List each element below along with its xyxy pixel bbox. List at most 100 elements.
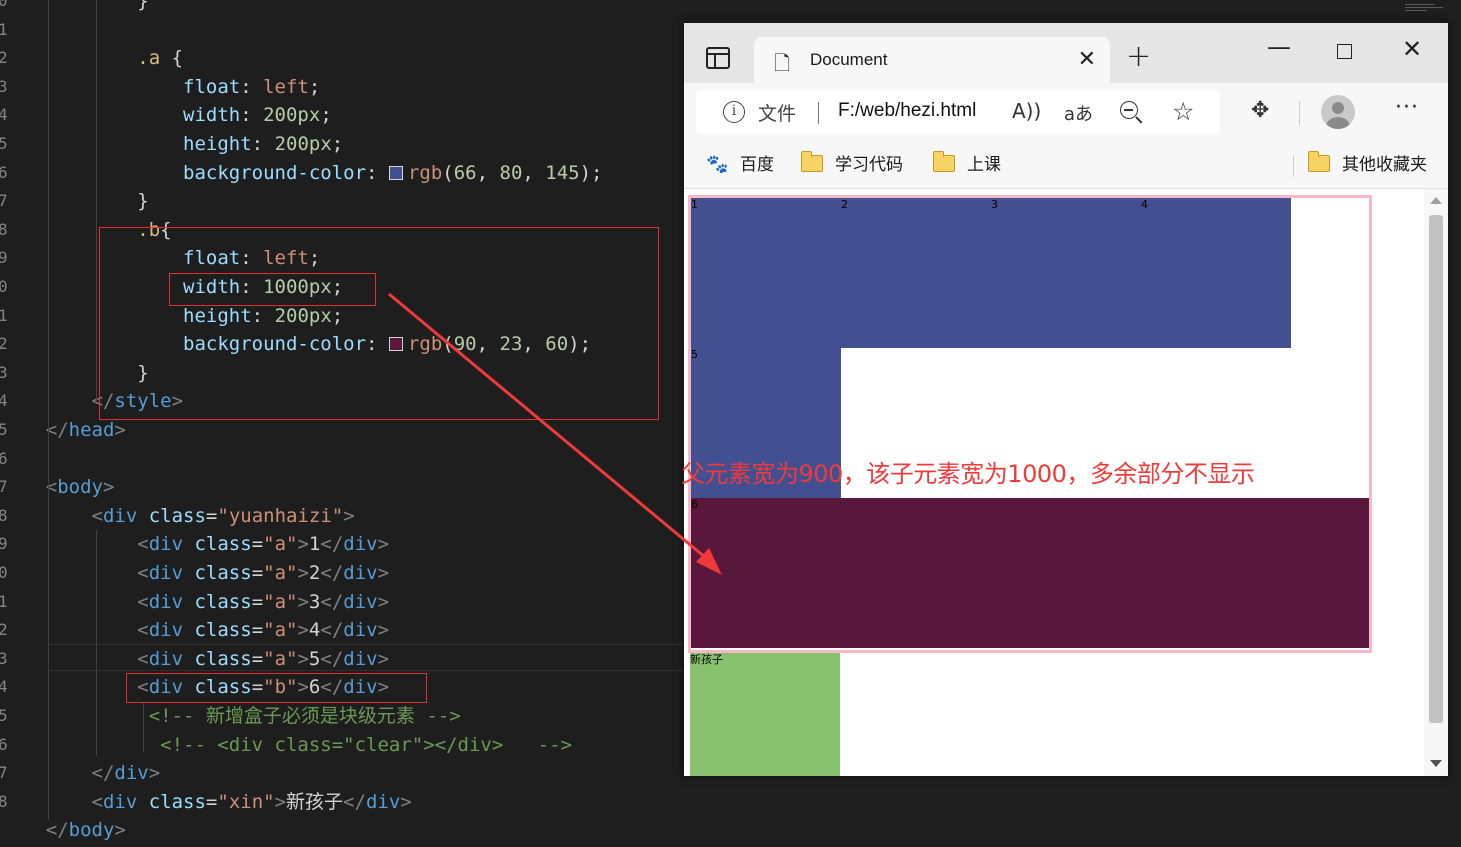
favorite-baidu[interactable]: 🐾 百度 bbox=[706, 151, 774, 179]
code-token: < bbox=[0, 590, 149, 613]
baidu-paw-icon: 🐾 bbox=[706, 154, 729, 175]
code-token: < bbox=[0, 562, 149, 584]
code-line[interactable]: <body> bbox=[0, 473, 115, 502]
code-line[interactable]: .a { bbox=[0, 44, 183, 73]
minimize-icon[interactable]: — bbox=[1267, 33, 1291, 61]
avatar[interactable] bbox=[1321, 95, 1355, 129]
address-bar[interactable]: i 文件 F:/web/hezi.html A)) aあ ☆ bbox=[696, 90, 1220, 134]
code-line[interactable]: <div class="a">2</div> bbox=[0, 559, 389, 588]
url-text[interactable]: F:/web/hezi.html bbox=[838, 100, 976, 122]
code-token: "xin" bbox=[217, 790, 275, 813]
scroll-down-arrow-icon[interactable] bbox=[1430, 760, 1442, 767]
color-swatch[interactable] bbox=[388, 165, 403, 180]
code-token: ; bbox=[331, 133, 344, 155]
code-token: div bbox=[148, 562, 184, 584]
close-icon[interactable]: ✕ bbox=[1078, 47, 1096, 72]
vertical-scrollbar[interactable] bbox=[1424, 189, 1448, 776]
code-token: 80 bbox=[499, 161, 523, 184]
code-token: class bbox=[183, 533, 252, 556]
code-line[interactable]: </div> bbox=[0, 759, 161, 788]
code-token: div bbox=[102, 504, 138, 527]
box-b-6: 6 bbox=[691, 498, 1369, 648]
code-token: </ bbox=[0, 419, 69, 441]
code-token: > bbox=[377, 647, 390, 670]
code-line[interactable]: <div class="a">1</div> bbox=[0, 530, 389, 559]
favorite-folder-study[interactable]: 学习代码 bbox=[800, 151, 903, 179]
scroll-up-arrow-icon[interactable] bbox=[1430, 197, 1442, 204]
code-token: < bbox=[0, 533, 149, 556]
code-token: } bbox=[0, 0, 149, 12]
info-icon[interactable]: i bbox=[723, 101, 745, 123]
code-token: div bbox=[102, 790, 138, 813]
document-icon: 🗋 bbox=[774, 51, 791, 75]
code-line[interactable]: } bbox=[0, 187, 148, 216]
code-token: > bbox=[377, 619, 390, 642]
code-token: class bbox=[183, 619, 252, 642]
tab-document[interactable]: 🗋 Document ✕ bbox=[754, 37, 1110, 83]
minimap[interactable] bbox=[1405, 4, 1445, 22]
code-token: </ bbox=[320, 647, 344, 670]
box-a-1: 1 bbox=[691, 198, 841, 348]
folder-icon bbox=[932, 151, 955, 172]
favorite-folder-class[interactable]: 上课 bbox=[932, 151, 1001, 179]
code-token: = bbox=[251, 533, 264, 556]
extensions-icon[interactable]: ✥ bbox=[1251, 98, 1269, 123]
code-token: div bbox=[343, 590, 378, 613]
code-token: </ bbox=[320, 533, 344, 556]
code-line[interactable]: <!-- 新增盒子必须是块级元素 --> bbox=[0, 702, 461, 731]
code-line[interactable]: <div class="a">5</div> bbox=[0, 645, 389, 674]
window-close-icon[interactable]: ✕ bbox=[1402, 35, 1422, 63]
code-line[interactable]: </body> bbox=[0, 816, 126, 845]
code-token: > bbox=[343, 504, 355, 527]
translate-icon[interactable]: aあ bbox=[1064, 100, 1093, 126]
more-icon[interactable]: ··· bbox=[1395, 95, 1419, 120]
code-token: </ bbox=[0, 390, 115, 413]
code-line[interactable]: <div class="xin">新孩子</div> bbox=[0, 788, 412, 817]
code-token: = bbox=[251, 590, 264, 613]
parent-box-yuanhaizi: 1 2 3 4 5 6 bbox=[688, 195, 1372, 653]
code-line[interactable]: background-color: rgb(66, 80, 145); bbox=[0, 159, 603, 188]
read-aloud-icon[interactable]: A)) bbox=[1012, 99, 1041, 123]
code-line[interactable]: <!-- <div class="clear"></div> --> bbox=[0, 731, 572, 760]
zoom-out-icon[interactable] bbox=[1120, 101, 1138, 119]
code-token: , bbox=[522, 161, 546, 184]
tab-actions-icon[interactable] bbox=[706, 47, 730, 69]
code-token: .a bbox=[0, 47, 172, 70]
code-line[interactable]: <div class="a">4</div> bbox=[0, 616, 389, 645]
code-token: 200px bbox=[263, 104, 321, 127]
code-line[interactable]: <div class="a">3</div> bbox=[0, 588, 389, 617]
code-line[interactable]: width: 200px; bbox=[0, 101, 332, 130]
code-token: = bbox=[251, 619, 264, 642]
code-line[interactable]: } bbox=[0, 0, 149, 16]
favorite-folder-other[interactable]: 其他收藏夹 bbox=[1307, 151, 1427, 179]
code-token: ); bbox=[579, 161, 603, 184]
code-token: div bbox=[148, 647, 184, 670]
code-token: div bbox=[365, 790, 401, 813]
code-line[interactable]: <div class="yuanhaizi"> bbox=[0, 502, 355, 531]
code-token: < bbox=[0, 504, 103, 527]
favorite-add-icon[interactable]: ☆ bbox=[1172, 97, 1194, 126]
code-line[interactable]: height: 200px; bbox=[0, 130, 343, 159]
plus-icon[interactable]: + bbox=[1126, 39, 1151, 74]
code-token: class bbox=[137, 790, 206, 813]
indent-guide bbox=[143, 702, 144, 752]
code-token: class bbox=[183, 647, 252, 670]
code-token: < bbox=[0, 790, 103, 813]
code-token: height bbox=[0, 133, 252, 155]
code-token: float bbox=[0, 75, 241, 98]
code-line[interactable]: </head> bbox=[0, 416, 126, 445]
favorites-separator bbox=[1293, 155, 1294, 177]
code-token: = bbox=[205, 504, 218, 527]
code-token: : bbox=[366, 161, 389, 184]
code-token: background-color bbox=[0, 161, 367, 184]
code-token: "a" bbox=[263, 619, 298, 642]
scroll-thumb[interactable] bbox=[1429, 215, 1443, 723]
address-separator bbox=[818, 102, 819, 124]
code-token: class bbox=[183, 590, 252, 613]
maximize-icon[interactable] bbox=[1337, 44, 1352, 59]
code-token: > bbox=[377, 533, 390, 556]
code-token: ; bbox=[320, 104, 332, 127]
code-token: <!-- 新增盒子必须是块级元素 --> bbox=[0, 705, 461, 727]
code-token: > bbox=[148, 762, 161, 785]
indent-guide bbox=[48, 0, 49, 820]
